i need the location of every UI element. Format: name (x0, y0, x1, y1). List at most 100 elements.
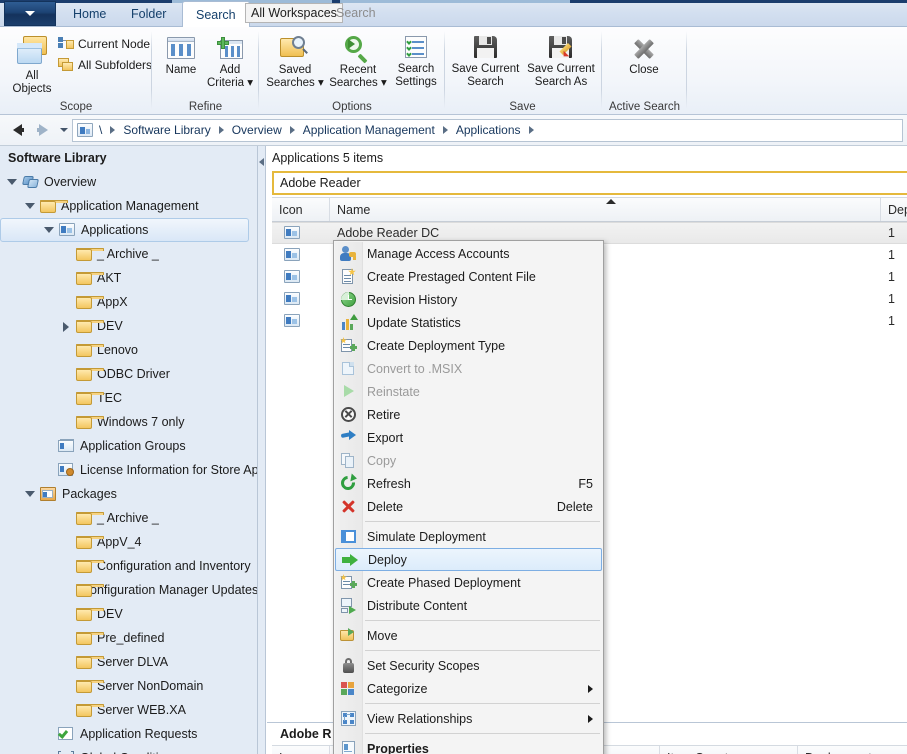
group-separator (686, 31, 687, 109)
context-menu-separator (334, 647, 603, 654)
context-menu-item-create-prestaged-content-file[interactable]: Create Prestaged Content File (334, 265, 603, 288)
sidebar-item-lenovo[interactable]: Lenovo (0, 338, 257, 362)
tab-home[interactable]: Home (60, 1, 119, 27)
breadcrumb-item-applications[interactable]: Applications (452, 122, 525, 138)
sidebar-item-server-web-xa[interactable]: Server WEB.XA (0, 698, 257, 722)
folder-icon (76, 511, 104, 525)
recent-searches-button[interactable]: Recent Searches ▾ (325, 31, 391, 90)
context-menu-item-retire[interactable]: Retire (334, 403, 603, 426)
search-input[interactable]: Adobe Reader (272, 171, 907, 195)
sidebar-item-application-management[interactable]: Application Management (0, 194, 257, 218)
sidebar-item-overview[interactable]: Overview (0, 170, 257, 194)
sidebar-item-packages[interactable]: Packages (0, 482, 257, 506)
back-button[interactable] (4, 118, 30, 142)
context-menu-item-move[interactable]: Move (334, 624, 603, 647)
column-header-icon[interactable]: Icon (272, 198, 330, 221)
add-criteria-button[interactable]: Add Criteria ▾ (204, 33, 256, 90)
sidebar-item-application-groups[interactable]: Application Groups (0, 434, 257, 458)
ribbon-group-active-search: Close Active Search (602, 27, 687, 115)
context-menu-item-distribute-content[interactable]: Distribute Content (334, 594, 603, 617)
breadcrumb[interactable]: \ Software Library Overview Application … (72, 118, 903, 142)
context-menu-item-manage-access-accounts[interactable]: Manage Access Accounts (334, 242, 603, 265)
tab-folder[interactable]: Folder (118, 1, 179, 27)
sidebar-item-dev[interactable]: DEV (0, 602, 257, 626)
sidebar-item-archive[interactable]: _ Archive _ (0, 242, 257, 266)
sidebar-item-odbc-driver[interactable]: ODBC Driver (0, 362, 257, 386)
detail-column-header-item-count[interactable]: Item Count (660, 746, 798, 754)
breadcrumb-item-application-management[interactable]: Application Management (299, 122, 439, 138)
sidebar-item-windows-7-only[interactable]: Windows 7 only (0, 410, 257, 434)
context-menu-item-delete[interactable]: Delete Delete (334, 495, 603, 518)
collapse-twisty-icon[interactable] (43, 225, 54, 236)
collapse-twisty-icon[interactable] (6, 177, 17, 188)
search-settings-button[interactable]: Search Settings (390, 32, 442, 89)
sidebar-item-server-nondomain[interactable]: Server NonDomain (0, 674, 257, 698)
forward-button[interactable] (30, 118, 56, 142)
context-menu-item-simulate-deployment[interactable]: Simulate Deployment (334, 525, 603, 548)
breadcrumb-item-software-library[interactable]: Software Library (119, 122, 214, 138)
detail-column-header-icon[interactable]: Icon (272, 746, 330, 754)
save-current-search-label-line1: Save Current (451, 63, 520, 75)
context-menu-item-revision-history[interactable]: Revision History (334, 288, 603, 311)
collapse-twisty-icon[interactable] (24, 489, 35, 500)
folder-icon (76, 271, 104, 285)
sidebar-item-application-requests[interactable]: Application Requests (0, 722, 257, 746)
ribbon-group-save-label: Save (509, 101, 536, 113)
all-subfolders-button[interactable]: All Subfolders (58, 58, 152, 72)
grid-column-headers[interactable]: IconNameDeployment TypesDeploymentsS (272, 197, 907, 222)
close-search-button[interactable]: Close (619, 32, 669, 77)
sidebar-item-dev[interactable]: DEV (0, 314, 257, 338)
context-menu-item-set-security-scopes[interactable]: Set Security Scopes (334, 654, 603, 677)
sidebar-item-global-conditions[interactable]: Global Conditions (0, 746, 257, 754)
global-search-input[interactable]: Search (332, 3, 902, 23)
current-node-button[interactable]: Current Node (58, 37, 150, 51)
breadcrumb-item-root[interactable]: \ (95, 122, 106, 138)
workspace-selector-button[interactable]: All Workspaces (245, 3, 343, 23)
context-menu-item-categorize[interactable]: Categorize (334, 677, 603, 700)
context-menu-item-create-phased-deployment[interactable]: Create Phased Deployment (334, 571, 603, 594)
context-menu-item-export[interactable]: Export (334, 426, 603, 449)
all-objects-button[interactable]: All Objects (8, 31, 56, 96)
context-menu-item-deploy[interactable]: Deploy (335, 548, 602, 571)
sidebar-item-akt[interactable]: AKT (0, 266, 257, 290)
sidebar-item-pre-defined[interactable]: Pre_defined (0, 626, 257, 650)
context-menu-item-properties[interactable]: Properties (334, 737, 603, 754)
sidebar-item-applications[interactable]: Applications (0, 218, 249, 242)
name-button[interactable]: Name (158, 33, 204, 77)
context-menu-item-view-relationships[interactable]: View Relationships (334, 707, 603, 730)
sidebar-item-server-dlva[interactable]: Server DLVA (0, 650, 257, 674)
folder-icon (76, 607, 104, 621)
sidebar-item-configuration-manager-updates[interactable]: Configuration Manager Updates (0, 578, 257, 602)
sidebar-item-appv-4[interactable]: AppV_4 (0, 530, 257, 554)
overview-icon (22, 175, 39, 190)
application-icon (284, 292, 301, 306)
sidebar-splitter[interactable] (258, 146, 266, 754)
sidebar-item-archive[interactable]: _ Archive _ (0, 506, 257, 530)
context-menu: Manage Access Accounts Create Prestaged C… (333, 240, 604, 754)
collapse-twisty-icon[interactable] (24, 201, 35, 212)
column-header-deployment-types[interactable]: Deployment Types (881, 198, 907, 221)
sidebar-item-appx[interactable]: AppX (0, 290, 257, 314)
context-menu-item-create-deployment-type[interactable]: Create Deployment Type (334, 334, 603, 357)
row-name-cell: Adobe Reader DC (337, 226, 440, 240)
context-menu-item-update-statistics[interactable]: Update Statistics (334, 311, 603, 334)
context-menu-item-refresh[interactable]: Refresh F5 (334, 472, 603, 495)
sidebar-item-configuration-and-inventory[interactable]: Configuration and Inventory (0, 554, 257, 578)
column-header-label: Icon (279, 202, 303, 217)
save-current-search-button[interactable]: Save Current Search (448, 31, 523, 89)
context-menu-item-copy: Copy (334, 449, 603, 472)
search-settings-label-line1: Search (397, 63, 435, 75)
detail-column-header-deployments[interactable]: Deployments (798, 746, 907, 754)
application-menu-button[interactable] (4, 1, 56, 26)
breadcrumb-item-overview[interactable]: Overview (228, 122, 286, 138)
history-dropdown-button[interactable] (56, 118, 72, 142)
sidebar-item-license-information-for-store-apps[interactable]: License Information for Store Apps (0, 458, 257, 482)
saved-searches-button[interactable]: Saved Searches ▾ (264, 31, 326, 90)
expand-twisty-icon[interactable] (60, 321, 71, 332)
tab-search[interactable]: Search (182, 1, 250, 28)
sidebar-item-tec[interactable]: TEC (0, 386, 257, 410)
save-current-search-as-button[interactable]: Save Current Search As (522, 31, 600, 89)
